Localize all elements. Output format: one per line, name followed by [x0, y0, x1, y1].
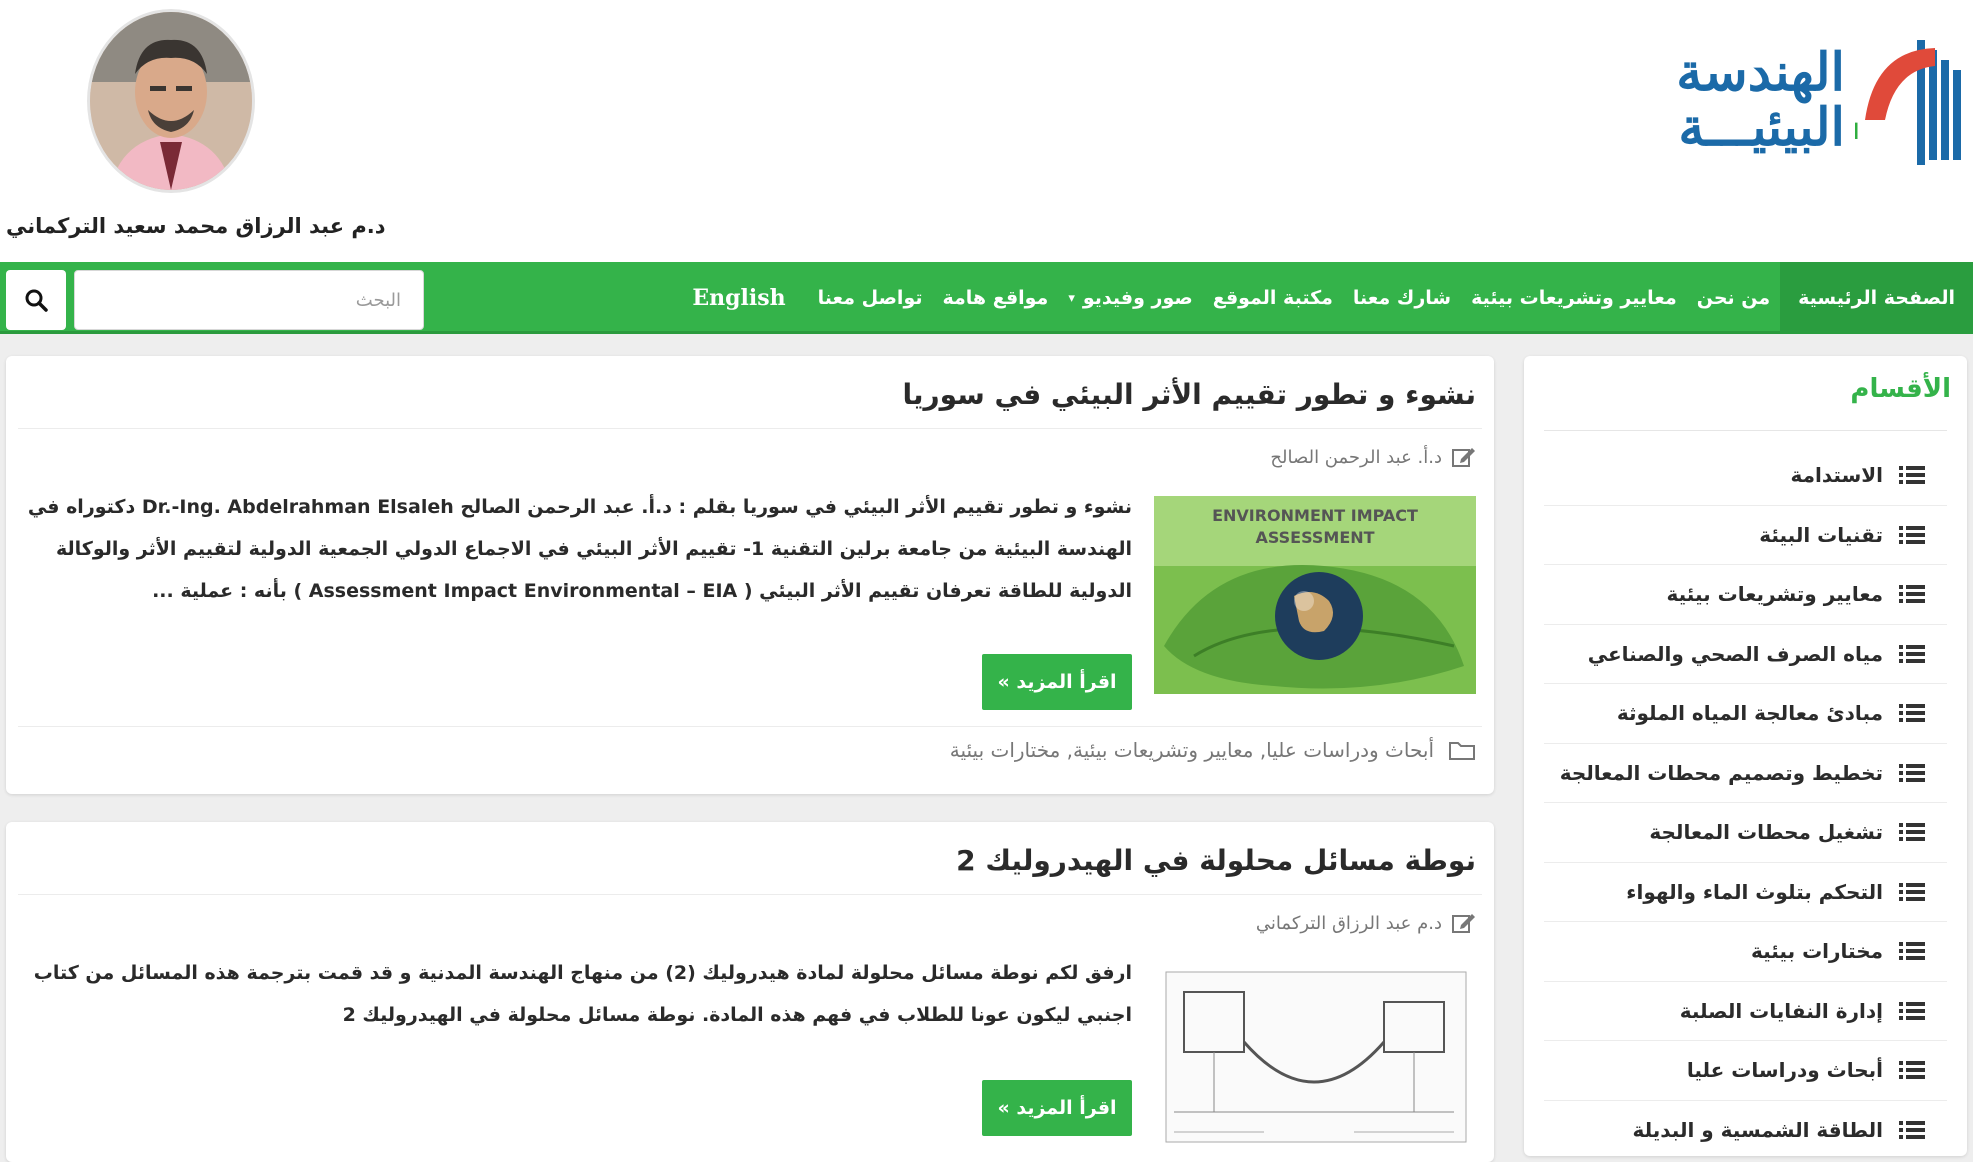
list-icon: [1899, 823, 1925, 842]
environment-impact-image: ENVIRONMENT IMPACT ASSESSMENT: [1154, 496, 1476, 694]
read-more-button[interactable]: اقرأ المزيد »: [982, 654, 1132, 710]
logo-text: الهندسة البيئيـــة: [1676, 42, 1845, 158]
category-item[interactable]: تشغيل محطات المعالجة: [1544, 803, 1947, 863]
nav-item-library[interactable]: مكتبة الموقع: [1203, 262, 1343, 334]
category-item[interactable]: تخطيط وتصميم محطات المعالجة: [1544, 744, 1947, 803]
search-input[interactable]: [75, 271, 423, 329]
list-icon: [1899, 704, 1925, 723]
category-label: أبحاث ودراسات عليا: [1686, 1058, 1883, 1083]
list-icon: [1899, 1001, 1925, 1020]
post-title[interactable]: نشوء و تطور تقييم الأثر البيئي في سوريا: [903, 378, 1476, 411]
category-label: مختارات بيئية: [1750, 939, 1883, 964]
post-thumbnail[interactable]: ENVIRONMENT IMPACT ASSESSMENT: [1154, 496, 1476, 694]
category-item[interactable]: تقنيات البيئة: [1544, 506, 1947, 565]
category-list: الاستدامة تقنيات البيئة معايير وتشريعات …: [1524, 446, 1967, 1160]
logo-line-2: البيئيـــة: [1678, 96, 1845, 158]
category-item[interactable]: مياه الصرف الصحي والصناعي: [1544, 625, 1947, 684]
categories-sidebar: الأقسام الاستدامة تقنيات البيئة معايير و…: [1524, 356, 1967, 1160]
category-label: التحكم بتلوث الماء والهواء: [1626, 879, 1883, 904]
edit-icon: [1452, 914, 1475, 933]
post-thumbnail[interactable]: [1154, 962, 1476, 1160]
list-icon: [1899, 466, 1925, 485]
avatar: [90, 12, 252, 190]
chevron-down-icon: ▾: [1068, 290, 1075, 306]
list-icon: [1899, 763, 1925, 782]
list-icon: [1899, 882, 1925, 901]
nav-menu: الصفحة الرئيسية من نحن معايير وتشريعات ب…: [682, 262, 1973, 334]
category-label: إدارة النفايات الصلبة: [1679, 998, 1883, 1023]
nav-item-home[interactable]: الصفحة الرئيسية: [1780, 262, 1973, 334]
site-header: الهندسة البيئيـــة 4 د.م عبد الرزاق محمد…: [0, 0, 1973, 262]
divider: [18, 726, 1482, 727]
list-icon: [1899, 942, 1925, 961]
hydraulics-diagram-image: [1154, 962, 1476, 1160]
nav-item-about[interactable]: من نحن: [1687, 262, 1780, 334]
search-box: [74, 270, 424, 330]
post-author-name: د.أ. عبد الرحمن الصالح: [1270, 446, 1442, 468]
search-button[interactable]: [6, 270, 66, 330]
category-label: مبادئ معالجة المياه الملوثة: [1616, 701, 1883, 726]
thumb-caption-line-2: ASSESSMENT: [1255, 528, 1374, 547]
folder-icon: [1449, 742, 1475, 760]
nav-item-media[interactable]: صور وفيديو ▾: [1058, 262, 1202, 334]
category-item[interactable]: إدارة النفايات الصلبة: [1544, 982, 1947, 1041]
nav-item-participate[interactable]: شارك معنا: [1343, 262, 1461, 334]
category-label: الاستدامة: [1790, 463, 1884, 488]
site-logo[interactable]: الهندسة البيئيـــة 4: [1605, 40, 1965, 170]
post-card: نوطة مسائل محلولة في الهيدروليك 2 د.م عب…: [6, 822, 1494, 1162]
logo-line-1: الهندسة: [1676, 42, 1845, 103]
search-icon: [25, 289, 48, 312]
category-item[interactable]: مبادئ معالجة المياه الملوثة: [1544, 684, 1947, 744]
edit-icon: [1452, 448, 1475, 467]
sidebar-title: الأقسام: [1850, 374, 1951, 404]
post-excerpt: ارفق لكم نوطة مسائل محلولة لمادة هيدرولي…: [33, 962, 1132, 1026]
category-label: تخطيط وتصميم محطات المعالجة: [1559, 760, 1883, 785]
post-author: د.أ. عبد الرحمن الصالح: [1270, 446, 1476, 468]
list-icon: [1899, 1061, 1925, 1080]
list-icon: [1899, 644, 1925, 663]
category-label: معايير وتشريعات بيئية: [1666, 582, 1884, 607]
thumb-caption-line-1: ENVIRONMENT IMPACT: [1212, 506, 1418, 525]
category-item[interactable]: الاستدامة: [1544, 446, 1947, 506]
read-more-button[interactable]: اقرأ المزيد »: [982, 1080, 1132, 1136]
post-excerpt: نشوء و تطور تقييم الأثر البيئي في سوريا …: [27, 496, 1132, 602]
post-tags: أبحاث ودراسات عليا, معايير وتشريعات بيئي…: [950, 738, 1476, 762]
nav-item-contact[interactable]: تواصل معنا: [808, 262, 933, 334]
post-tags-list[interactable]: أبحاث ودراسات عليا, معايير وتشريعات بيئي…: [950, 738, 1434, 762]
post-author: د.م عبد الرزاق التركماني: [1256, 912, 1476, 934]
nav-item-standards[interactable]: معايير وتشريعات بيئية: [1461, 262, 1687, 334]
post-title[interactable]: نوطة مسائل محلولة في الهيدروليك 2: [956, 844, 1476, 877]
category-label: تقنيات البيئة: [1759, 522, 1883, 547]
divider: [18, 428, 1482, 429]
divider: [18, 894, 1482, 895]
nav-item-english[interactable]: English: [682, 262, 807, 334]
divider: [1544, 430, 1947, 431]
nav-item-links[interactable]: مواقع هامة: [933, 262, 1059, 334]
category-item[interactable]: الطاقة الشمسية و البديلة: [1544, 1101, 1947, 1160]
logo-mark-text: 4: [1855, 45, 1863, 165]
logo-mark-icon: 4: [1855, 40, 1961, 165]
post-author-name: د.م عبد الرزاق التركماني: [1255, 912, 1442, 934]
list-icon: [1899, 585, 1925, 604]
profile-photo: [90, 12, 252, 190]
list-icon: [1899, 1120, 1925, 1139]
profile-name: د.م عبد الرزاق محمد سعيد التركماني: [6, 214, 386, 238]
category-label: تشغيل محطات المعالجة: [1649, 820, 1883, 845]
category-item[interactable]: معايير وتشريعات بيئية: [1544, 565, 1947, 625]
category-item[interactable]: التحكم بتلوث الماء والهواء: [1544, 863, 1947, 922]
category-item[interactable]: أبحاث ودراسات عليا: [1544, 1041, 1947, 1101]
category-label: الطاقة الشمسية و البديلة: [1632, 1117, 1883, 1142]
category-label: مياه الصرف الصحي والصناعي: [1587, 641, 1883, 666]
category-item[interactable]: مختارات بيئية: [1544, 922, 1947, 982]
list-icon: [1899, 525, 1925, 544]
post-card: نشوء و تطور تقييم الأثر البيئي في سوريا …: [6, 356, 1494, 794]
nav-item-media-label: صور وفيديو: [1082, 287, 1193, 309]
